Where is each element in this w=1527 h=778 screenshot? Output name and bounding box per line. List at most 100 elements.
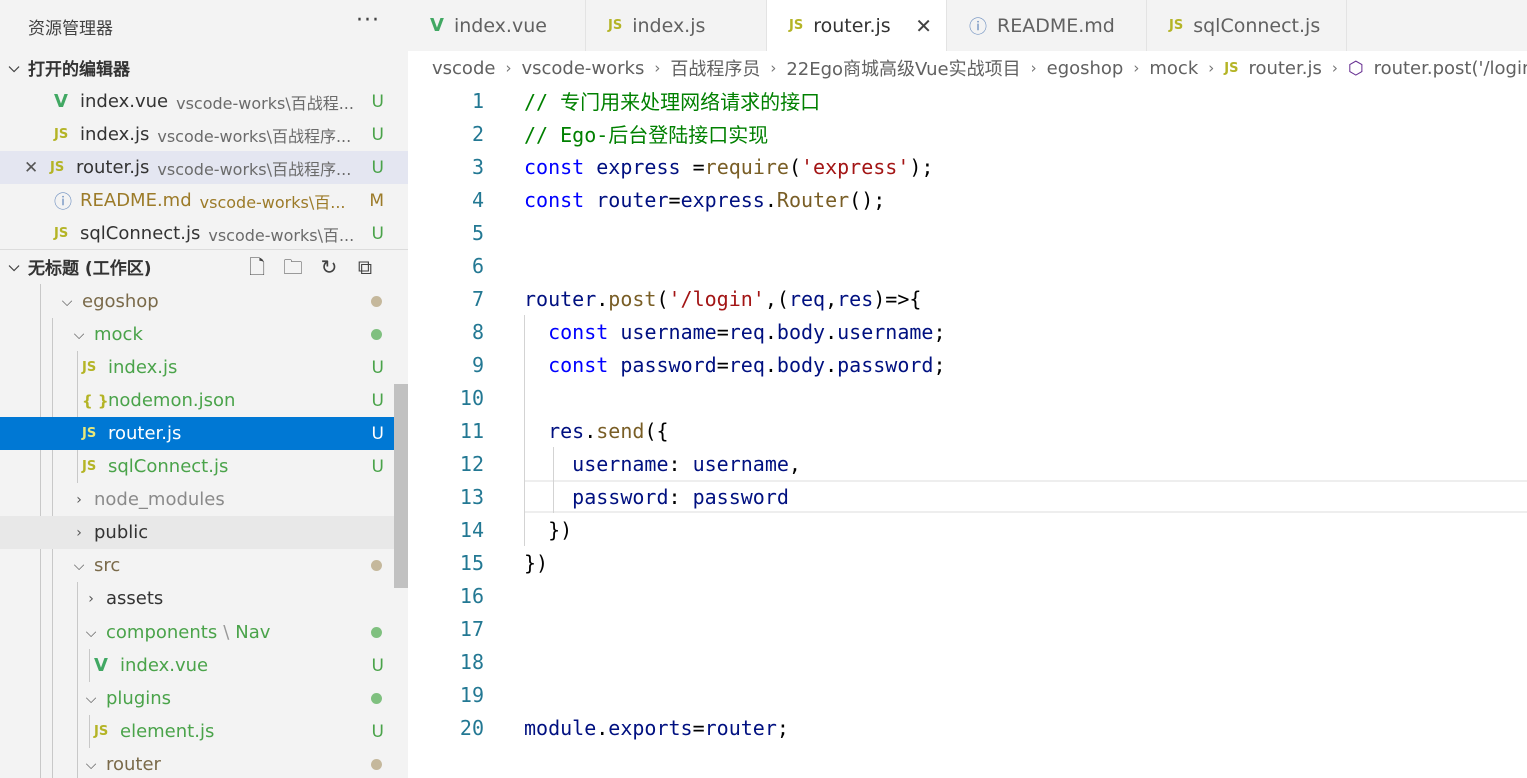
tree-folder-assets[interactable]: › assets: [0, 582, 408, 615]
collapse-all-icon[interactable]: ⧉: [354, 256, 376, 278]
chevron-right-icon: ›: [76, 491, 82, 508]
refresh-icon[interactable]: ↻: [318, 256, 340, 278]
tree-folder-public[interactable]: › public: [0, 516, 408, 549]
close-icon[interactable]: ✕: [915, 14, 932, 38]
code-line: 7 router.post('/login',(req,res)=>{: [408, 282, 1527, 315]
status-dot: [371, 693, 382, 704]
breadcrumb-item[interactable]: router.js: [1248, 58, 1321, 79]
status-dot: [371, 627, 382, 638]
tree-file-sqlconnect-js[interactable]: JS sqlConnect.js U: [0, 450, 408, 483]
code-line: 18: [408, 645, 1527, 678]
line-number: 1: [471, 88, 484, 113]
git-status-badge: U: [371, 456, 384, 477]
code-line: 5: [408, 216, 1527, 249]
editor-tabs: V index.vue JS index.js JS router.js ✕ ⓘ…: [408, 0, 1527, 51]
tab-label: README.md: [997, 14, 1115, 37]
js-icon: JS: [1169, 18, 1184, 33]
line-number: 3: [471, 154, 484, 179]
info-icon: ⓘ: [54, 191, 72, 213]
new-folder-icon[interactable]: 🗀: [282, 256, 304, 278]
open-editor-item[interactable]: JS index.js vscode-works\百战程序... U: [0, 118, 408, 151]
breadcrumb-item[interactable]: router.post('/login: [1374, 58, 1527, 79]
vue-icon: V: [94, 655, 108, 676]
tab-sqlconnect-js[interactable]: JS sqlConnect.js: [1147, 0, 1347, 51]
tree-file-element-js[interactable]: JS element.js U: [0, 715, 408, 748]
git-status-badge: U: [371, 91, 384, 112]
tree-item-label: egoshop: [82, 291, 159, 312]
line-number: 20: [459, 715, 484, 740]
code-line: 15 }): [408, 546, 1527, 579]
tree-folder-plugins[interactable]: ⌵ plugins: [0, 682, 408, 715]
tree-item-label: src: [94, 555, 121, 576]
chevron-right-icon: ›: [1133, 59, 1140, 77]
js-icon: JS: [94, 724, 109, 739]
tree-folder-egoshop[interactable]: ⌵ egoshop: [0, 285, 408, 318]
code-text: }): [524, 550, 549, 575]
code-line: 6: [408, 249, 1527, 282]
tree-item-label: nodemon.json: [108, 390, 236, 411]
code-text: module.exports=router;: [524, 715, 789, 740]
code-line: 1 // 专门用来处理网络请求的接口: [408, 84, 1527, 117]
tree-folder-src[interactable]: ⌵ src: [0, 549, 408, 582]
line-number: 6: [471, 253, 484, 278]
open-editor-item[interactable]: V index.vue vscode-works\百战程... U: [0, 85, 408, 118]
code-line: 19: [408, 678, 1527, 711]
tree-item-label: public: [94, 522, 149, 543]
git-status-badge: U: [371, 223, 384, 244]
open-editor-item[interactable]: ✕ JS router.js vscode-works\百战程序... U: [0, 151, 408, 184]
tab-readme-md[interactable]: ⓘ README.md: [947, 0, 1147, 51]
breadcrumb-item[interactable]: vscode: [432, 58, 495, 79]
new-file-icon[interactable]: 🗋: [246, 256, 268, 278]
open-editor-item[interactable]: ⓘ README.md vscode-works\百... M: [0, 184, 408, 217]
line-number: 17: [459, 616, 484, 641]
tree-item-label: assets: [106, 588, 164, 609]
tree-file-index-vue[interactable]: V index.vue U: [0, 649, 408, 682]
more-actions-icon[interactable]: ···: [356, 8, 380, 33]
breadcrumb-item[interactable]: 22Ego商城高级Vue实战项目: [786, 55, 1020, 81]
code-line: 16: [408, 579, 1527, 612]
open-editors-label: 打开的编辑器: [28, 60, 130, 80]
js-icon: JS: [82, 360, 97, 375]
sidebar-scrollbar[interactable]: [394, 384, 408, 588]
git-status-badge: U: [371, 721, 384, 742]
tree-folder-mock[interactable]: ⌵ mock: [0, 318, 408, 351]
line-number: 13: [459, 484, 484, 509]
tab-index-vue[interactable]: V index.vue: [408, 0, 586, 51]
tree-folder-router[interactable]: ⌵ router: [0, 748, 408, 778]
explorer-sidebar: 资源管理器 ··· ⌵ 打开的编辑器 V index.vue vscode-wo…: [0, 0, 408, 778]
js-icon: JS: [789, 18, 804, 33]
breadcrumb-item[interactable]: 百战程序员: [670, 55, 760, 81]
tree-folder-components[interactable]: ⌵ components \ Nav: [0, 616, 408, 649]
tree-item-label: node_modules: [94, 489, 225, 510]
code-editor[interactable]: 1 // 专门用来处理网络请求的接口 2 // Ego-后台登陆接口实现 3 c…: [408, 84, 1527, 778]
open-editors-header[interactable]: ⌵ 打开的编辑器: [0, 51, 408, 84]
breadcrumb-item[interactable]: vscode-works: [521, 58, 644, 79]
tab-router-js[interactable]: JS router.js ✕: [767, 0, 947, 51]
breadcrumb-item[interactable]: mock: [1149, 58, 1198, 79]
chevron-right-icon: ›: [1208, 59, 1215, 77]
tree-file-router-js[interactable]: JS router.js U: [0, 417, 408, 450]
code-line: 2 // Ego-后台登陆接口实现: [408, 117, 1527, 150]
close-icon[interactable]: ✕: [24, 158, 50, 178]
tree-item-label: index.js: [108, 357, 178, 378]
breadcrumb-item[interactable]: egoshop: [1047, 58, 1124, 79]
tree-file-index-js[interactable]: JS index.js U: [0, 351, 408, 384]
js-icon: JS: [82, 459, 97, 474]
open-editor-path: vscode-works\百...: [199, 192, 346, 212]
explorer-title: 资源管理器: [28, 19, 113, 39]
chevron-down-icon: ⌵: [8, 59, 20, 76]
code-line: 10: [408, 381, 1527, 414]
line-number: 5: [471, 220, 484, 245]
tree-file-nodemon-json[interactable]: { } nodemon.json U: [0, 384, 408, 417]
tab-index-js[interactable]: JS index.js: [586, 0, 767, 51]
open-editor-item[interactable]: JS sqlConnect.js vscode-works\百... U: [0, 217, 408, 250]
chevron-down-icon: ⌵: [73, 326, 85, 343]
tree-folder-node-modules[interactable]: › node_modules: [0, 483, 408, 516]
method-icon: ⬡: [1347, 57, 1364, 79]
workspace-label: 无标题 (工作区): [28, 259, 152, 279]
chevron-right-icon: ›: [505, 59, 512, 77]
js-icon: JS: [50, 160, 65, 175]
chevron-down-icon: ⌵: [85, 756, 97, 773]
breadcrumb: vscode › vscode-works › 百战程序员 › 22Ego商城高…: [408, 51, 1527, 85]
tree-item-label: element.js: [120, 721, 215, 742]
